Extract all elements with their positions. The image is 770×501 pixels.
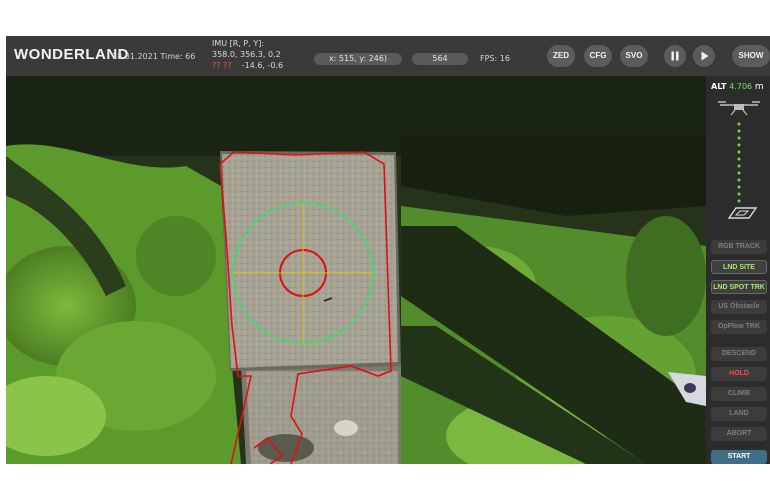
mode-lnd-site[interactable]: LND SITE bbox=[711, 260, 767, 274]
hold-button[interactable]: HOLD bbox=[711, 367, 767, 381]
fps-readout: FPS: 16 bbox=[480, 54, 510, 63]
imu-line-2-value: -14.6, -0.6 bbox=[241, 61, 284, 70]
app-window: WONDERLAND 18.01.2021 Time: 66 IMU [R, P… bbox=[6, 36, 770, 464]
alt-value: 4.706 bbox=[729, 82, 753, 91]
zed-button[interactable]: ZED bbox=[547, 45, 575, 67]
descend-button[interactable]: DESCEND bbox=[711, 347, 767, 361]
camera-view[interactable] bbox=[6, 76, 706, 464]
pause-icon bbox=[671, 51, 679, 61]
mode-rgb-track[interactable]: RGB TRACK bbox=[711, 240, 767, 254]
control-panel: ALT 4.706 m RGB TRACK LND SITE LND SPOT … bbox=[706, 76, 770, 464]
play-button[interactable] bbox=[693, 45, 715, 67]
imu-line-1: 358.0, 356.3, 0.2 bbox=[212, 50, 281, 59]
top-toolbar: WONDERLAND 18.01.2021 Time: 66 IMU [R, P… bbox=[6, 36, 770, 76]
svo-button[interactable]: SVO bbox=[620, 45, 648, 67]
land-button[interactable]: LAND bbox=[711, 407, 767, 421]
mode-lnd-spot-trk[interactable]: LND SPOT TRK bbox=[711, 280, 767, 294]
drone-icon bbox=[718, 101, 760, 116]
camera-feed bbox=[6, 76, 706, 464]
imu-line-2: ?? ?? -14.6, -0.6 bbox=[212, 60, 283, 71]
mode-opflow-trk[interactable]: OpFlow TRK bbox=[711, 320, 767, 334]
alt-label: ALT bbox=[711, 82, 727, 91]
frame-counter: 564 bbox=[412, 53, 468, 65]
imu-readout: IMU [R, P, Y]: 358.0, 356.3, 0.2 ?? ?? -… bbox=[212, 38, 283, 71]
abort-button[interactable]: ABORT bbox=[711, 427, 767, 441]
imu-label: IMU [R, P, Y]: bbox=[212, 39, 265, 48]
alt-unit: m bbox=[754, 82, 764, 92]
pause-button[interactable] bbox=[664, 45, 686, 67]
mode-us-obstacle[interactable]: US Obstacle bbox=[711, 300, 767, 314]
climb-button[interactable]: CLIMB bbox=[711, 387, 767, 401]
cursor-coords: x: 515, y: 246) bbox=[314, 53, 402, 65]
altitude-readout: ALT 4.706 m bbox=[711, 82, 764, 92]
start-button[interactable]: START bbox=[711, 450, 767, 464]
play-icon bbox=[701, 51, 709, 61]
imu-line-2-label: ?? ?? bbox=[212, 61, 232, 70]
altitude-indicator bbox=[718, 101, 760, 219]
cfg-button[interactable]: CFG bbox=[584, 45, 612, 67]
show-button[interactable]: SHOW bbox=[732, 45, 770, 67]
date-time: 18.01.2021 Time: 66 bbox=[112, 52, 196, 61]
landing-pad-icon bbox=[727, 207, 758, 219]
